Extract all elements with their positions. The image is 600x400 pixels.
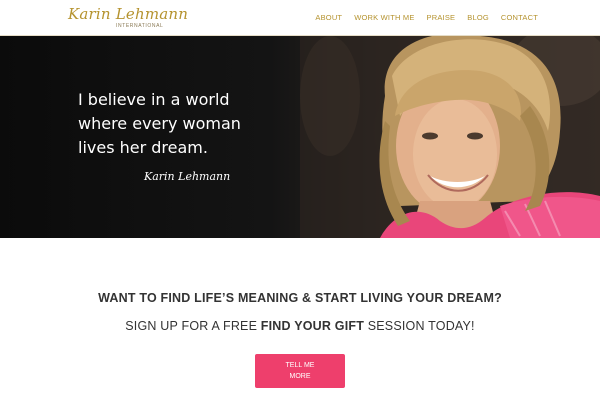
hero-quote: I believe in a world where every woman l… bbox=[78, 88, 278, 160]
cta-subheading: SIGN UP FOR A FREE FIND YOUR GIFT SESSIO… bbox=[0, 319, 600, 333]
cta-heading: WANT TO FIND LIFE’S MEANING & START LIVI… bbox=[98, 291, 502, 305]
hero-quote-line: I believe in a world bbox=[78, 90, 230, 109]
nav-item-blog[interactable]: BLOG bbox=[467, 13, 489, 22]
site-header: Karin Lehmann INTERNATIONAL ABOUT WORK W… bbox=[0, 0, 600, 35]
hero-signature: Karin Lehmann bbox=[144, 170, 231, 183]
nav-item-contact[interactable]: CONTACT bbox=[501, 13, 538, 22]
main-nav: ABOUT WORK WITH ME PRAISE BLOG CONTACT bbox=[315, 13, 538, 22]
logo-sub-text: INTERNATIONAL bbox=[116, 23, 164, 29]
hero-quote-line: where every woman bbox=[78, 114, 241, 133]
site-logo[interactable]: Karin Lehmann INTERNATIONAL bbox=[68, 5, 188, 31]
cta-sub-prefix: SIGN UP FOR A FREE bbox=[125, 319, 261, 333]
cta-sub-bold: FIND YOUR GIFT bbox=[260, 319, 365, 333]
nav-item-about[interactable]: ABOUT bbox=[315, 13, 342, 22]
nav-item-praise[interactable]: PRAISE bbox=[427, 13, 456, 22]
tell-me-more-button[interactable]: TELL ME MORE bbox=[255, 354, 345, 388]
cta-sub-suffix: SESSION TODAY! bbox=[364, 319, 475, 333]
hero-quote-line: lives her dream. bbox=[78, 138, 208, 157]
tell-me-more-label: TELL ME MORE bbox=[285, 362, 315, 380]
nav-item-work-with-me[interactable]: WORK WITH ME bbox=[354, 13, 414, 22]
hero-banner: I believe in a world where every woman l… bbox=[0, 36, 600, 238]
logo-script-text: Karin Lehmann bbox=[68, 5, 189, 23]
